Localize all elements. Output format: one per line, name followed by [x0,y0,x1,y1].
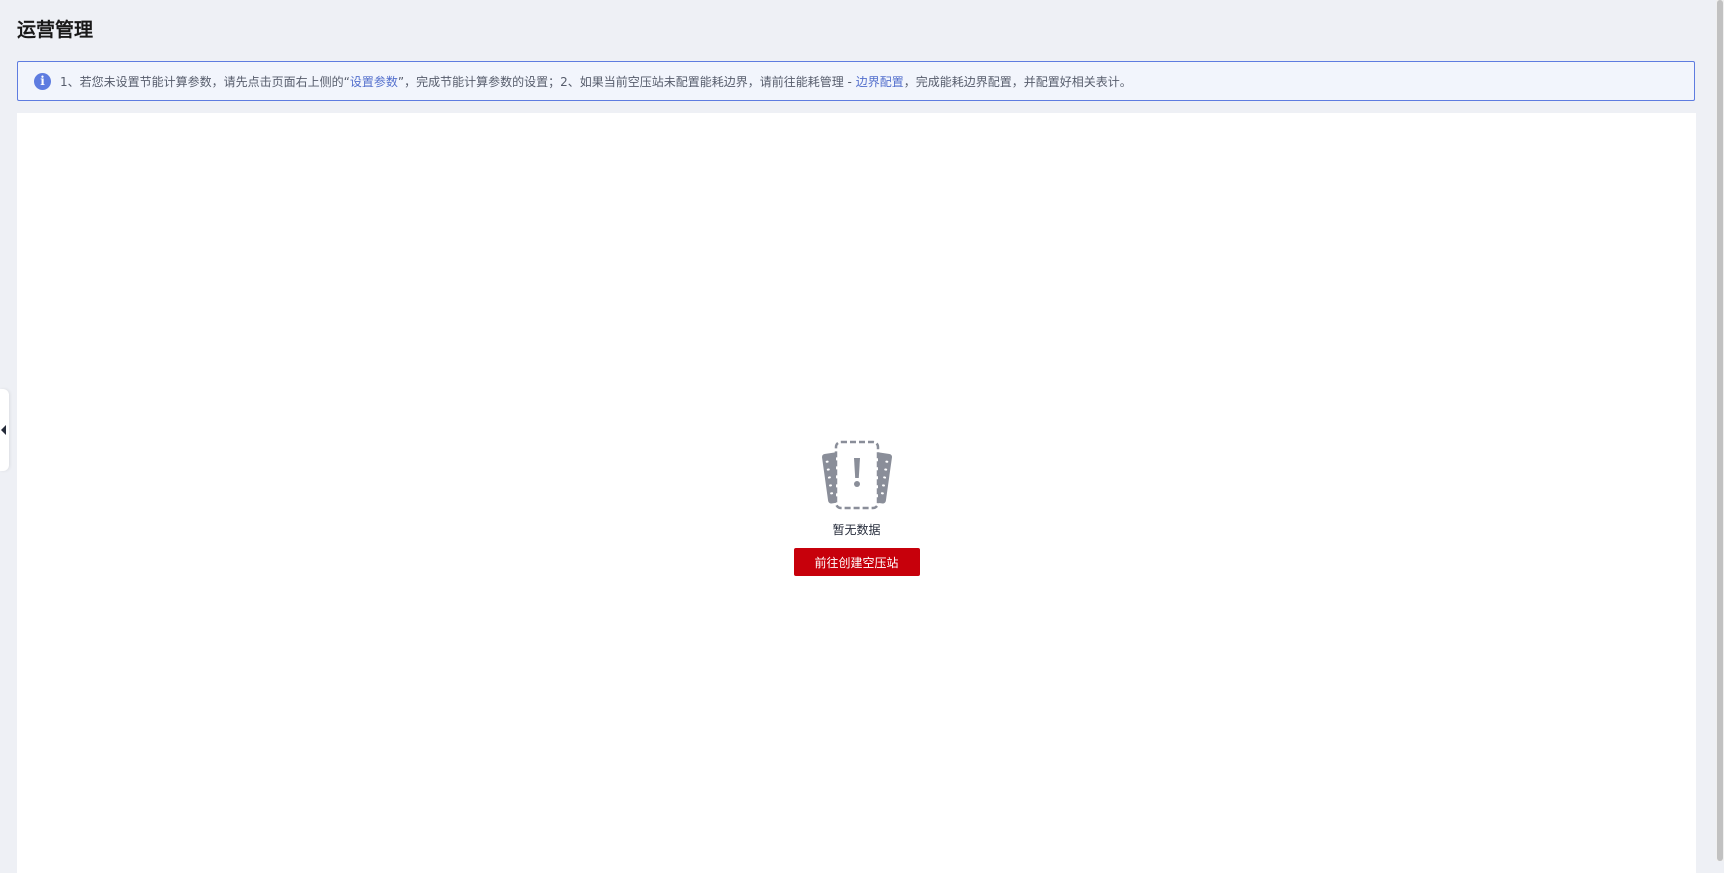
chevron-left-icon [1,425,6,435]
notice-text: 1、若您未设置节能计算参数，请先点击页面右上侧的“设置参数”，完成节能计算参数的… [60,73,1132,90]
create-compressor-station-button[interactable]: 前往创建空压站 [793,548,920,576]
scrollbar-thumb[interactable] [1717,0,1723,861]
notice-text-part2: ”，完成节能计算参数的设置；2、如果当前空压站未配置能耗边界，请前往能耗管理 - [397,74,856,89]
empty-state: 暂无数据 前往创建空压站 [17,440,1696,576]
vertical-scrollbar[interactable] [1716,0,1724,861]
page-container: 运营管理 i 1、若您未设置节能计算参数，请先点击页面右上侧的“设置参数”，完成… [0,0,1716,873]
set-params-link[interactable]: 设置参数 [350,75,398,89]
boundary-config-link[interactable]: 边界配置 [856,75,904,89]
main-content-panel: 暂无数据 前往创建空压站 [17,113,1696,873]
notice-text-part3: ，完成能耗边界配置，并配置好相关表计。 [903,74,1132,89]
page-title: 运营管理 [17,19,94,41]
info-notice-bar: i 1、若您未设置节能计算参数，请先点击页面右上侧的“设置参数”，完成节能计算参… [17,61,1695,101]
empty-state-text: 暂无数据 [832,523,881,537]
sidebar-collapse-handle[interactable] [0,389,9,471]
no-data-icon [821,440,893,516]
notice-text-part1: 1、若您未设置节能计算参数，请先点击页面右上侧的“ [60,74,350,89]
info-icon: i [34,72,51,90]
